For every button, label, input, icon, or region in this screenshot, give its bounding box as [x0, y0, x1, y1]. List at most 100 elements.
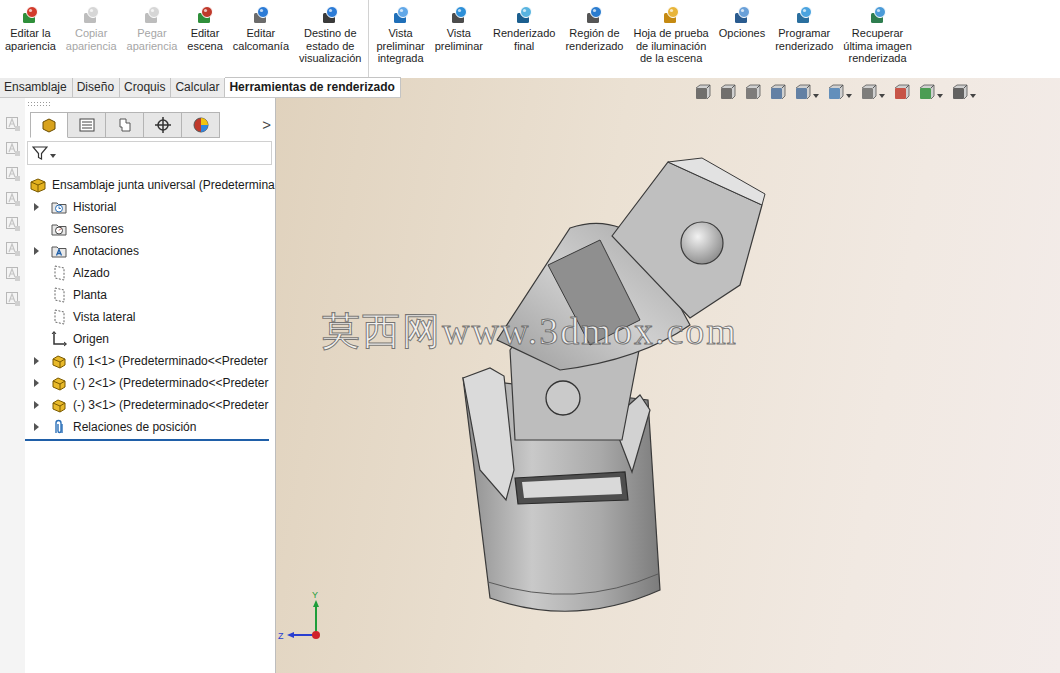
view-tool[interactable] [718, 84, 736, 102]
view-tool[interactable] [917, 84, 943, 102]
plane-icon [50, 308, 68, 326]
ribbon-button[interactable]: Programarrenderizado [772, 5, 836, 52]
tree-item[interactable]: Relaciones de posición [25, 416, 275, 438]
ribbon-tool-icon [251, 5, 271, 25]
tree-label: (-) 2<1> (Predeterminado<<Predeter [73, 376, 268, 390]
ribbon-button[interactable]: Editarcalcomanía [230, 5, 292, 52]
ribbon-button-label: estado de [306, 40, 354, 53]
view-tool[interactable] [768, 84, 786, 102]
ribbon-toolbar: Editar laaparienciaCopiaraparienciaPegar… [0, 0, 1060, 78]
part-icon [50, 374, 68, 392]
ribbon-button-label: última imagen [843, 40, 911, 53]
ribbon-button-label: renderizado [565, 40, 623, 53]
panel-tab[interactable] [106, 112, 144, 138]
view-tool-dropdown-icon[interactable] [846, 94, 852, 98]
command-tab[interactable]: Croquis [120, 78, 171, 97]
mates-icon [50, 418, 68, 436]
tree-item[interactable]: Alzado [25, 262, 275, 284]
view-tool-dropdown-icon[interactable] [813, 94, 819, 98]
command-tab[interactable]: Diseño [73, 78, 120, 97]
view-tool[interactable] [793, 84, 819, 102]
main-area: EnsamblajeDiseñoCroquisCalcularHerramien… [0, 78, 1060, 673]
ribbon-button[interactable]: Destino deestado devisualización [296, 5, 364, 65]
expand-caret-icon[interactable] [34, 357, 39, 365]
tree-label: Alzado [73, 266, 110, 280]
view-tool[interactable] [826, 84, 852, 102]
ribbon-button[interactable]: Hoja de pruebade iluminaciónde la escena [630, 5, 711, 65]
panel-tab[interactable] [68, 112, 106, 138]
tree-item[interactable]: (-) 2<1> (Predeterminado<<Predeter [25, 372, 275, 394]
history-icon [50, 198, 68, 216]
expand-caret-icon[interactable] [34, 247, 39, 255]
view-tool[interactable] [743, 84, 761, 102]
tree-item[interactable]: Vista lateral [25, 306, 275, 328]
tree-item[interactable]: Origen [25, 328, 275, 350]
panel-tab[interactable] [30, 112, 68, 138]
command-tab[interactable]: Ensamblaje [0, 78, 73, 97]
ribbon-button[interactable]: Recuperarúltima imagenrenderizada [840, 5, 914, 65]
task-tool-icon[interactable] [5, 141, 21, 157]
view-tool-dropdown-icon[interactable] [970, 94, 976, 98]
tree-item[interactable]: Sensores [25, 218, 275, 240]
panel-tab[interactable] [144, 112, 182, 138]
expand-caret-icon[interactable] [34, 379, 39, 387]
ribbon-button[interactable]: Opciones [716, 5, 768, 40]
ribbon-button[interactable]: Renderizadofinal [490, 5, 558, 52]
tree-label: Vista lateral [73, 310, 135, 324]
ribbon-tool-icon [732, 5, 752, 25]
expand-caret-icon[interactable] [34, 401, 39, 409]
ribbon-button-label: final [514, 40, 534, 53]
command-tab[interactable]: Calcular [171, 78, 225, 97]
ribbon-group: Editar laaparienciaCopiaraparienciaPegar… [2, 5, 364, 78]
panel-grip[interactable] [27, 101, 51, 107]
view-tool-dropdown-icon[interactable] [879, 94, 885, 98]
tree-label: Sensores [73, 222, 124, 236]
view-tool[interactable] [892, 84, 910, 102]
tree-expander[interactable] [25, 401, 47, 409]
ribbon-button-label: apariencia [66, 40, 117, 53]
panel-tab-icon [116, 116, 134, 134]
expand-caret-icon[interactable] [34, 203, 39, 211]
graphics-viewport[interactable]: 莫西网www.3dmox.comYZ [276, 78, 1060, 673]
tree-expander[interactable] [25, 203, 47, 211]
tree-item[interactable]: (-) 3<1> (Predeterminado<<Predeter [25, 394, 275, 416]
tree-item[interactable]: Anotaciones [25, 240, 275, 262]
command-tab[interactable]: Herramientas de renderizado [225, 77, 400, 97]
task-tool-icon[interactable] [5, 191, 21, 207]
tree-expander[interactable] [25, 357, 47, 365]
tree-item[interactable]: (f) 1<1> (Predeterminado<<Predeter [25, 350, 275, 372]
tree-expander[interactable] [25, 247, 47, 255]
view-tool-dropdown-icon[interactable] [937, 94, 943, 98]
ribbon-button-label: apariencia [127, 40, 178, 53]
tree-item[interactable]: Historial [25, 196, 275, 218]
feature-tree: Ensamblaje junta universal (Predetermina… [25, 174, 275, 441]
view-tool[interactable] [859, 84, 885, 102]
task-tool-icon[interactable] [5, 266, 21, 282]
ribbon-button-label: apariencia [5, 40, 56, 53]
ribbon-button[interactable]: Editar laapariencia [2, 5, 59, 52]
tree-filter[interactable] [27, 141, 272, 165]
task-tool-icon[interactable] [5, 166, 21, 182]
task-strip [0, 98, 25, 673]
view-tool[interactable] [693, 84, 711, 102]
task-tool-icon[interactable] [5, 216, 21, 232]
ribbon-button[interactable]: Editarescena [184, 5, 225, 52]
panel-tab[interactable] [182, 112, 220, 138]
tree-label: Origen [73, 332, 109, 346]
ribbon-button[interactable]: Vistapreliminar [432, 5, 486, 52]
tree-expander[interactable] [25, 423, 47, 431]
ribbon-button[interactable]: Vistapreliminarintegrada [373, 5, 427, 65]
task-tool-icon[interactable] [5, 241, 21, 257]
expand-caret-icon[interactable] [34, 423, 39, 431]
ribbon-button[interactable]: Región derenderizado [562, 5, 626, 52]
panel-tabs-more[interactable]: > [262, 116, 271, 133]
view-tool[interactable] [950, 84, 976, 102]
rollback-bar[interactable] [25, 439, 269, 441]
task-tool-icon[interactable] [5, 116, 21, 132]
left-pane: > Ensamblaje junta universal (Predetermin… [0, 78, 276, 673]
tree-expander[interactable] [25, 379, 47, 387]
axis-label: Z [278, 631, 284, 641]
task-tool-icon[interactable] [5, 291, 21, 307]
tree-item[interactable]: Planta [25, 284, 275, 306]
tree-root[interactable]: Ensamblaje junta universal (Predetermina [25, 174, 275, 196]
